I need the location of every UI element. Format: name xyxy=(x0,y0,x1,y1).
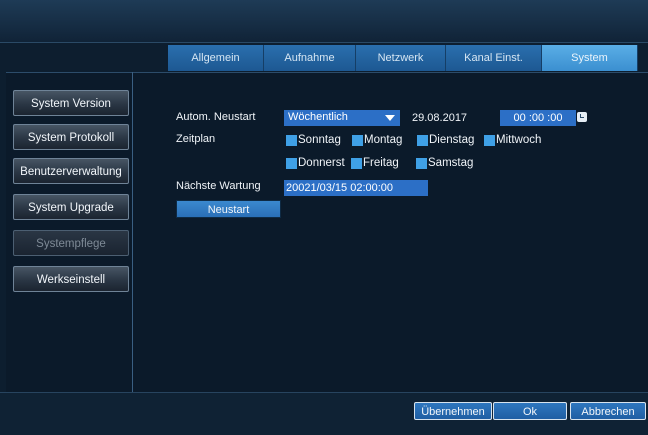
tab-netzwerk[interactable]: Netzwerk xyxy=(356,45,446,71)
checkbox-dienstag[interactable]: Dienstag xyxy=(417,134,474,146)
schedule-label: Zeitplan xyxy=(176,133,216,145)
checkbox-mittwoch[interactable]: Mittwoch xyxy=(484,134,541,146)
checkbox-label: Freitag xyxy=(363,157,399,169)
checkbox-label: Montag xyxy=(364,134,403,146)
checkbox-label: Dienstag xyxy=(429,134,475,146)
checkbox-donnerstag[interactable]: Donnerst xyxy=(286,157,345,169)
tab-kanal-einst[interactable]: Kanal Einst. xyxy=(446,45,542,71)
sidebar-item-benutzerverwaltung[interactable]: Benutzerverwaltung xyxy=(13,158,129,184)
checkbox-box xyxy=(351,157,362,169)
restart-time-field[interactable]: 00 :00 :00 xyxy=(500,110,576,126)
tab-system[interactable]: System xyxy=(542,45,638,71)
checkbox-label: Samstag xyxy=(428,157,474,169)
checkbox-label: Mittwoch xyxy=(496,134,542,146)
auto-restart-label: Autom. Neustart xyxy=(176,111,256,123)
checkbox-box xyxy=(484,134,495,146)
checkbox-box xyxy=(286,157,297,169)
checkbox-label: Donnerst xyxy=(298,157,345,169)
sidebar-item-system-version[interactable]: System Version xyxy=(13,90,129,116)
system-maintenance-window: Allgemein Aufnahme Netzwerk Kanal Einst.… xyxy=(0,0,648,435)
checkbox-label: Sonntag xyxy=(298,134,341,146)
auto-restart-select[interactable]: Wöchentlich xyxy=(284,110,400,126)
clock-icon[interactable] xyxy=(577,112,587,122)
sidebar-item-system-protokoll[interactable]: System Protokoll xyxy=(13,124,129,150)
sidebar-item-systempflege[interactable]: Systempflege xyxy=(13,230,129,256)
auto-restart-value: Wöchentlich xyxy=(288,111,348,123)
checkbox-box xyxy=(286,134,297,146)
tab-allgemein[interactable]: Allgemein xyxy=(168,45,264,71)
sidebar-item-system-upgrade[interactable]: System Upgrade xyxy=(13,194,129,220)
restart-date: 29.08.2017 xyxy=(412,112,468,124)
checkbox-freitag[interactable]: Freitag xyxy=(351,157,399,169)
checkbox-box xyxy=(416,157,427,169)
checkbox-box xyxy=(417,134,428,146)
tab-aufnahme[interactable]: Aufnahme xyxy=(264,45,356,71)
next-maintenance-label: Nächste Wartung xyxy=(176,180,261,192)
checkbox-sonntag[interactable]: Sonntag xyxy=(286,134,341,146)
next-maintenance-field[interactable]: 20021/03/15 02:00:00 xyxy=(284,180,428,196)
sidebar-item-werkseinstell[interactable]: Werkseinstell xyxy=(13,266,129,292)
checkbox-montag[interactable]: Montag xyxy=(352,134,402,146)
cancel-button[interactable]: Abbrechen xyxy=(570,402,646,420)
restart-button[interactable]: Neustart xyxy=(176,200,281,218)
ok-button[interactable]: Ok xyxy=(493,402,567,420)
checkbox-box xyxy=(352,134,363,146)
settings-tabs: Allgemein Aufnahme Netzwerk Kanal Einst.… xyxy=(168,45,638,71)
checkbox-samstag[interactable]: Samstag xyxy=(416,157,473,169)
apply-button[interactable]: Übernehmen xyxy=(414,402,492,420)
title-bar xyxy=(0,0,648,43)
chevron-down-icon xyxy=(385,115,395,121)
